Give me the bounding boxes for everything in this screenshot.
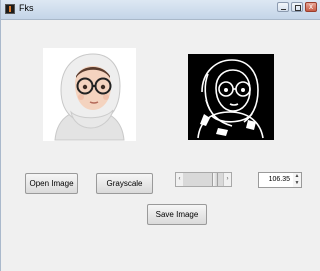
original-image xyxy=(43,48,136,141)
app-icon xyxy=(5,4,15,14)
grayscale-button[interactable]: Grayscale xyxy=(96,173,153,194)
threshold-slider[interactable]: ‹ › xyxy=(175,172,232,187)
close-button[interactable]: x xyxy=(305,2,317,12)
spinbox-value[interactable]: 106.35 xyxy=(259,173,292,187)
spin-down-icon[interactable]: ▼ xyxy=(293,180,301,187)
save-image-button[interactable]: Save Image xyxy=(147,204,207,225)
processed-image xyxy=(188,54,274,140)
app-window: Fks x Open Image Grayscale ‹ › 106.35 ▲ … xyxy=(0,0,320,271)
close-icon: x xyxy=(309,2,313,11)
title-bar[interactable]: Fks x xyxy=(1,0,320,20)
window-title: Fks xyxy=(19,3,34,13)
hijab-avatar-color-icon xyxy=(43,48,136,141)
value-spinbox[interactable]: 106.35 ▲ ▼ xyxy=(258,172,302,188)
minimize-button[interactable] xyxy=(277,2,289,12)
open-image-button[interactable]: Open Image xyxy=(25,173,78,194)
slider-right-arrow-icon[interactable]: › xyxy=(223,173,231,186)
slider-track[interactable] xyxy=(183,173,224,186)
slider-thumb[interactable] xyxy=(212,173,218,186)
spin-up-icon[interactable]: ▲ xyxy=(293,173,301,180)
hijab-avatar-edge-icon xyxy=(188,54,274,140)
maximize-button[interactable] xyxy=(291,2,303,12)
